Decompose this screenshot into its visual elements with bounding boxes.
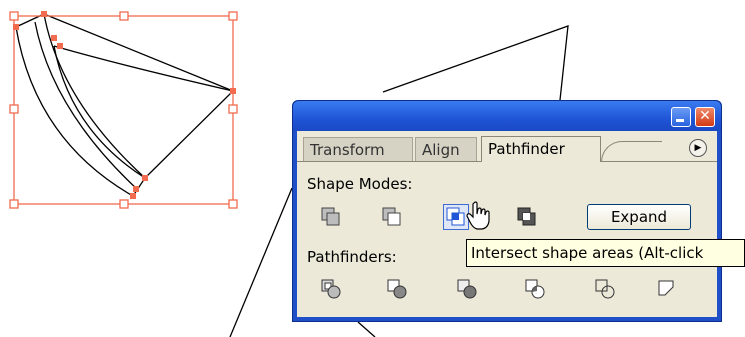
add-to-shape-area-icon xyxy=(321,207,340,226)
exclude-overlapping-shape-areas-icon xyxy=(517,207,536,226)
intersect-shape-areas-icon xyxy=(446,207,465,226)
crop-button[interactable] xyxy=(523,277,547,301)
tab-transform[interactable]: Transform xyxy=(303,137,413,161)
panel-title-bar[interactable]: ✕ xyxy=(293,101,721,131)
bounding-box-handles[interactable] xyxy=(9,11,238,209)
panel-body: Transform Align Pathfinder ▶ Shape Modes… xyxy=(297,131,717,317)
crop-icon xyxy=(525,279,545,299)
subtract-from-shape-area-button[interactable] xyxy=(380,205,404,229)
minus-back-button[interactable] xyxy=(655,277,679,301)
outline-icon xyxy=(595,279,615,299)
exclude-overlapping-shape-areas-button[interactable] xyxy=(515,205,539,229)
close-icon: ✕ xyxy=(699,108,711,124)
trim-icon xyxy=(387,279,407,299)
divide-button[interactable] xyxy=(319,277,343,301)
merge-icon xyxy=(457,279,477,299)
close-button[interactable]: ✕ xyxy=(695,107,715,127)
minus-back-icon xyxy=(658,280,674,296)
shape-modes-label: Shape Modes: xyxy=(307,175,413,193)
subtract-from-shape-area-icon xyxy=(382,207,401,226)
divide-icon xyxy=(321,279,341,299)
pathfinders-label: Pathfinders: xyxy=(307,248,397,266)
expand-button[interactable]: Expand xyxy=(587,204,691,230)
merge-button[interactable] xyxy=(455,277,479,301)
tab-pathfinder[interactable]: Pathfinder xyxy=(481,136,601,162)
selected-shape[interactable] xyxy=(15,13,235,197)
hand-cursor-icon xyxy=(466,201,490,230)
tooltip: Intersect shape areas (Alt-click xyxy=(466,239,745,267)
outline-button[interactable] xyxy=(593,277,617,301)
panel-menu-button[interactable]: ▶ xyxy=(689,139,707,157)
tab-edge xyxy=(601,141,662,162)
anchor-points[interactable] xyxy=(13,11,236,199)
trim-button[interactable] xyxy=(385,277,409,301)
pathfinder-panel: ✕ Transform Align Pathfinder ▶ Shape Mod… xyxy=(292,100,722,322)
tab-align[interactable]: Align xyxy=(415,137,477,161)
minimize-button[interactable] xyxy=(671,107,691,127)
panel-tabs: Transform Align Pathfinder ▶ xyxy=(297,136,717,165)
add-to-shape-area-button[interactable] xyxy=(319,205,343,229)
panel-menu-triangle-icon: ▶ xyxy=(694,143,702,153)
